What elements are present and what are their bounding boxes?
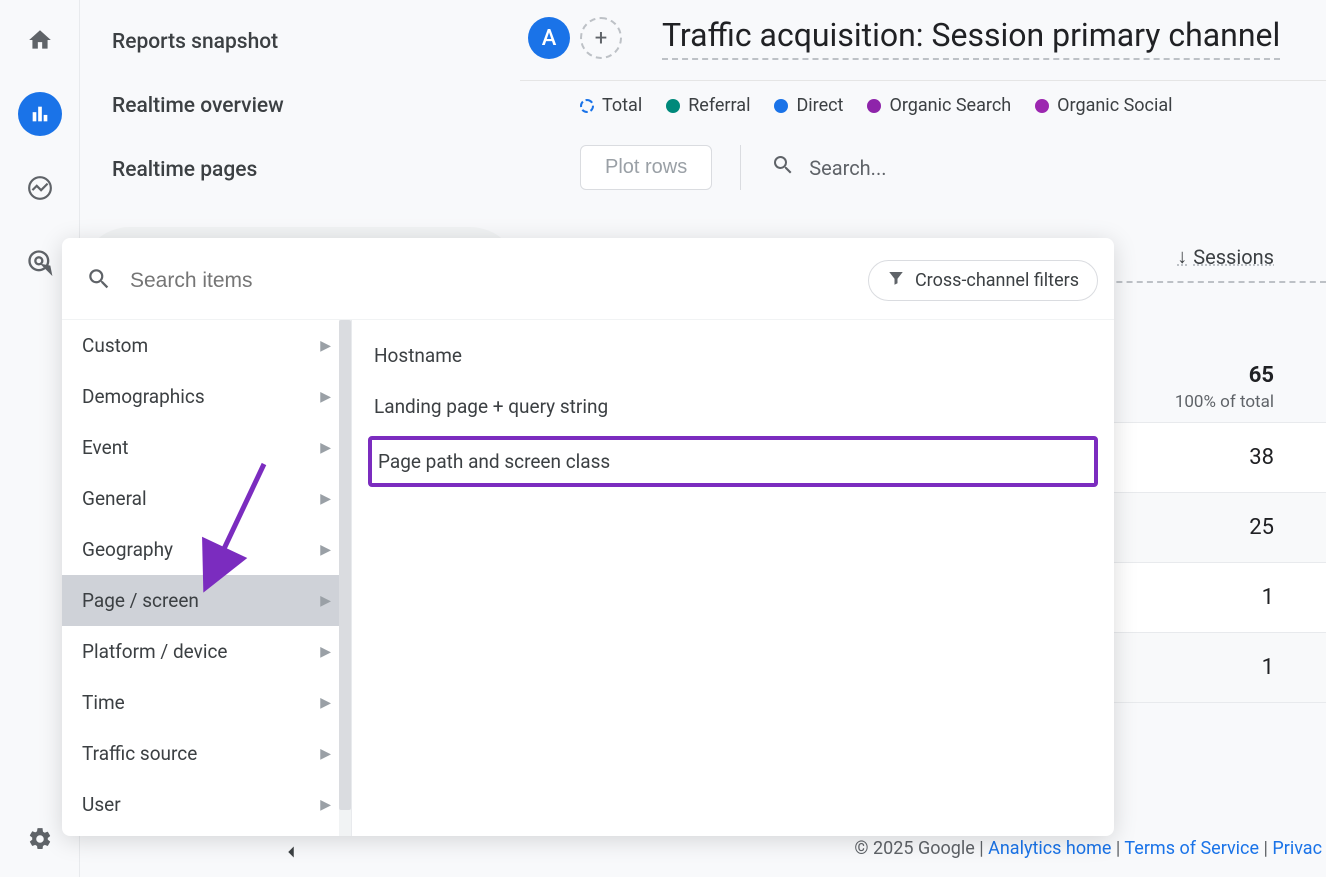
table-row: 1 xyxy=(1096,563,1326,633)
nav-item-snapshot[interactable]: Reports snapshot xyxy=(80,10,520,74)
category-label: Page / screen xyxy=(82,589,199,612)
chevron-right-icon: ▶ xyxy=(320,644,331,660)
category-time[interactable]: Time ▶ xyxy=(62,677,351,728)
legend-label: Organic Social xyxy=(1057,95,1172,116)
chevron-right-icon: ▶ xyxy=(320,593,331,609)
total-subtext: 100% of total xyxy=(1096,392,1274,412)
filter-chip-label: Cross-channel filters xyxy=(915,270,1079,291)
sub-item-column: Hostname Landing page + query string Pag… xyxy=(352,320,1114,836)
sub-item-page-path[interactable]: Page path and screen class xyxy=(368,436,1098,487)
total-row: 65 100% of total xyxy=(1096,283,1326,423)
chevron-right-icon: ▶ xyxy=(320,797,331,813)
popup-body: Custom ▶ Demographics ▶ Event ▶ General ▶ Ge… xyxy=(62,319,1114,836)
category-label: Event xyxy=(82,436,128,459)
footer: © 2025 Google | Analytics home | Terms o… xyxy=(854,838,1326,859)
sort-arrow-icon: ↓ xyxy=(1177,244,1187,269)
table-row: 25 xyxy=(1096,493,1326,563)
footer-link-privacy[interactable]: Privac xyxy=(1272,838,1322,859)
search-icon xyxy=(771,153,795,182)
category-label: Platform / device xyxy=(82,640,227,663)
footer-link-home[interactable]: Analytics home xyxy=(988,838,1111,859)
legend-dot-direct xyxy=(774,99,788,113)
category-label: Custom xyxy=(82,334,148,357)
page-title: Traffic acquisition: Session primary cha… xyxy=(662,16,1280,60)
popup-header: Cross-channel filters xyxy=(62,238,1114,319)
chevron-right-icon: ▶ xyxy=(320,746,331,762)
dimension-picker-popup: Cross-channel filters Custom ▶ Demographi… xyxy=(62,238,1114,836)
category-custom[interactable]: Custom ▶ xyxy=(62,320,351,371)
home-icon[interactable] xyxy=(18,18,62,62)
footer-copyright: © 2025 Google xyxy=(854,838,974,859)
footer-link-tos[interactable]: Terms of Service xyxy=(1124,838,1259,859)
cross-channel-filters-chip[interactable]: Cross-channel filters xyxy=(868,260,1098,301)
search-input[interactable] xyxy=(130,269,850,293)
total-value: 65 xyxy=(1096,363,1274,388)
category-column: Custom ▶ Demographics ▶ Event ▶ General ▶ Ge… xyxy=(62,320,352,836)
category-traffic-source[interactable]: Traffic source ▶ xyxy=(62,728,351,779)
gear-icon[interactable] xyxy=(18,817,62,861)
plot-rows-button[interactable]: Plot rows xyxy=(580,145,712,190)
nav-item-realtime-pages[interactable]: Realtime pages xyxy=(80,138,520,202)
toolbar: Plot rows Search... xyxy=(520,145,1326,190)
sub-item-landing-page[interactable]: Landing page + query string xyxy=(368,381,1098,432)
chevron-right-icon: ▶ xyxy=(320,440,331,456)
category-page-screen[interactable]: Page / screen ▶ xyxy=(62,575,351,626)
chevron-right-icon: ▶ xyxy=(320,389,331,405)
category-label: Demographics xyxy=(82,385,205,408)
category-label: User xyxy=(82,793,121,816)
legend-item-referral[interactable]: Referral xyxy=(666,95,750,116)
table-search[interactable]: Search... xyxy=(740,145,1266,190)
collapse-nav-icon[interactable] xyxy=(280,841,302,869)
category-label: Traffic source xyxy=(82,742,197,765)
legend-label: Referral xyxy=(688,95,750,116)
category-event[interactable]: Event ▶ xyxy=(62,422,351,473)
category-user[interactable]: User ▶ xyxy=(62,779,351,830)
category-label: Geography xyxy=(82,538,173,561)
category-geography[interactable]: Geography ▶ xyxy=(62,524,351,575)
sub-item-hostname[interactable]: Hostname xyxy=(368,330,1098,381)
legend-dot-organic-search xyxy=(867,99,881,113)
header-row: A + Traffic acquisition: Session primary… xyxy=(520,0,1326,81)
avatar[interactable]: A xyxy=(528,17,570,59)
search-icon xyxy=(86,266,112,296)
legend-dot-referral xyxy=(666,99,680,113)
category-label: Time xyxy=(82,691,125,714)
legend-label: Total xyxy=(602,95,642,116)
category-demographics[interactable]: Demographics ▶ xyxy=(62,371,351,422)
add-segment-button[interactable]: + xyxy=(580,17,622,59)
footer-sep: | xyxy=(979,838,988,859)
legend-label: Direct xyxy=(796,95,843,116)
scrollbar-thumb[interactable] xyxy=(339,320,351,810)
advertising-icon[interactable] xyxy=(18,240,62,284)
chevron-right-icon: ▶ xyxy=(320,338,331,354)
search-placeholder: Search... xyxy=(809,156,886,180)
legend-item-organic-social[interactable]: Organic Social xyxy=(1035,95,1172,116)
table-row: 1 xyxy=(1096,633,1326,703)
category-general[interactable]: General ▶ xyxy=(62,473,351,524)
legend-item-direct[interactable]: Direct xyxy=(774,95,843,116)
chevron-right-icon: ▶ xyxy=(320,695,331,711)
legend-dot-organic-social xyxy=(1035,99,1049,113)
table-row: 38 xyxy=(1096,423,1326,493)
chevron-right-icon: ▶ xyxy=(320,542,331,558)
reports-icon[interactable] xyxy=(18,92,62,136)
category-label: General xyxy=(82,487,147,510)
column-label: Sessions xyxy=(1193,245,1274,269)
data-column: ↓ Sessions 65 100% of total 38 25 1 1 xyxy=(1096,230,1326,703)
legend-item-organic-search[interactable]: Organic Search xyxy=(867,95,1011,116)
nav-item-realtime-overview[interactable]: Realtime overview xyxy=(80,74,520,138)
column-header-sessions[interactable]: ↓ Sessions xyxy=(1096,230,1326,283)
explore-icon[interactable] xyxy=(18,166,62,210)
legend-label: Organic Search xyxy=(889,95,1011,116)
funnel-icon xyxy=(887,269,905,292)
legend-dot-total xyxy=(580,99,594,113)
legend-item-total[interactable]: Total xyxy=(580,95,642,116)
chevron-right-icon: ▶ xyxy=(320,491,331,507)
chart-legend: Total Referral Direct Organic Search Org… xyxy=(520,81,1326,130)
category-platform-device[interactable]: Platform / device ▶ xyxy=(62,626,351,677)
